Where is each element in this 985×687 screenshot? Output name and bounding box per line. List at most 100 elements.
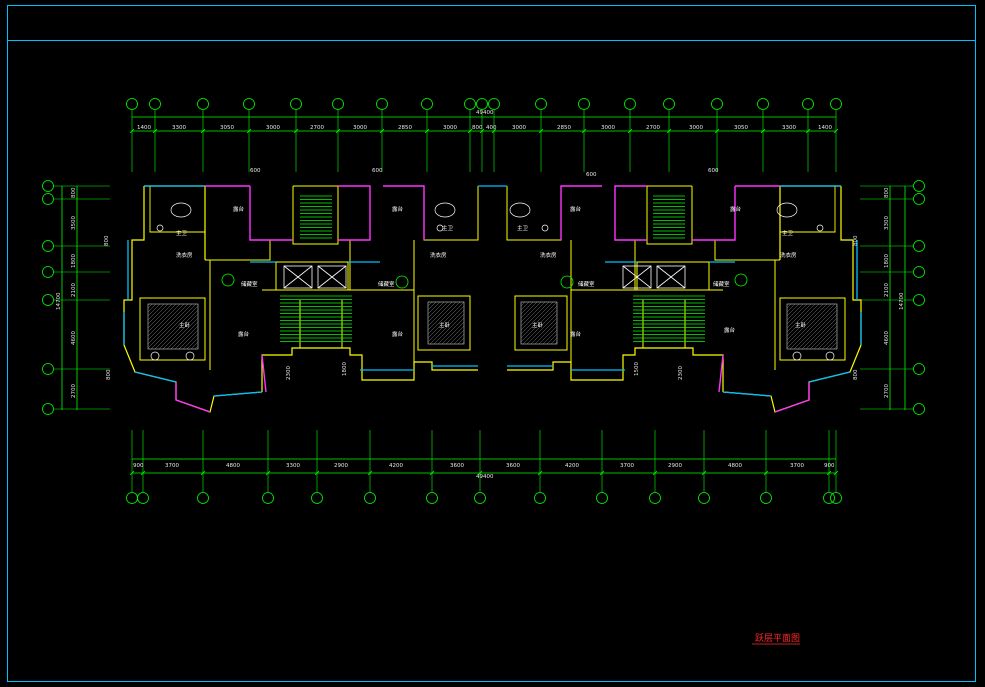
plan-partitions: [175, 185, 810, 413]
axis-bubble: [474, 492, 486, 504]
axis-bubble: [290, 98, 302, 110]
axis-bubble: [760, 492, 772, 504]
dimension-label: 4600: [884, 331, 890, 345]
room-label-master-bedroom: 主卧: [179, 321, 191, 329]
axis-bubble: [42, 403, 54, 415]
dimension-label: 3300: [172, 125, 186, 131]
hatch-line: [154, 305, 199, 350]
axis-bubble: [913, 240, 925, 252]
dimension-label: 800: [472, 125, 483, 131]
hatch-line: [530, 317, 558, 345]
hatch-line: [546, 333, 558, 345]
room-label-storage: 储藏室: [378, 280, 395, 288]
axis-bubble: [913, 403, 925, 415]
dimension-label: 2900: [668, 463, 682, 469]
dimension-label: 900: [824, 463, 835, 469]
axis-bubble: [830, 98, 842, 110]
axis-bubble: [830, 492, 842, 504]
room-label-balcony: 露台: [392, 205, 404, 213]
dimension-label: 4800: [226, 463, 240, 469]
hatch-line: [809, 321, 838, 350]
left-dimension-labels: 800 3500 1800 2100 4600 2700 14700: [56, 187, 77, 398]
hatch-line: [427, 301, 461, 335]
hatch-line: [147, 303, 153, 309]
hatch-line: [786, 303, 804, 321]
hatch-line: [427, 301, 465, 339]
small-dimension-labels: 600 600 600 600 800 800 2300 1800 1500 2…: [104, 168, 859, 380]
hatch-line: [147, 303, 177, 333]
dimension-label: 3700: [165, 463, 179, 469]
dimension-label: 1500: [634, 362, 640, 376]
dimension-label: 3000: [266, 125, 280, 131]
dimension-label: 3050: [220, 125, 234, 131]
hatch-line: [786, 303, 820, 337]
plan-walls: [123, 185, 862, 413]
bottom-dimension-labels: 900 3700 4800 3300 2900 4200 3600 3600 4…: [133, 463, 835, 480]
axis-bubble: [42, 266, 54, 278]
hatch-line: [520, 301, 542, 323]
dimension-label: 3300: [286, 463, 300, 469]
axis-bubble: [624, 98, 636, 110]
dimension-label: 2700: [884, 384, 890, 398]
hatch-line: [829, 341, 838, 350]
axis-bubble: [262, 492, 274, 504]
drawing-title: 跃层平面图: [755, 633, 800, 644]
dimension-label: 3000: [689, 125, 703, 131]
room-label-master-bedroom: 主卧: [439, 321, 451, 329]
dimension-label: 800: [884, 187, 890, 198]
bed-fixtures: [147, 301, 838, 350]
dimension-label: 4200: [389, 463, 403, 469]
room-label-balcony: 露台: [233, 205, 245, 213]
room-label-master-bath: 主卫: [517, 224, 529, 232]
hatch-line: [797, 309, 838, 350]
hatch-line: [178, 329, 199, 350]
axis-markers: [221, 273, 748, 289]
room-label-laundry: 洗衣房: [540, 251, 557, 259]
hatch-line: [520, 301, 530, 311]
dimension-label: 400: [486, 125, 497, 131]
axis-bubble: [534, 492, 546, 504]
hatch-line: [427, 301, 449, 323]
dimension-label: 2300: [286, 366, 292, 380]
axis-bubble: [421, 98, 433, 110]
hatch-line: [190, 341, 199, 350]
dimension-label: 800: [853, 235, 859, 246]
dimension-label: 1800: [71, 254, 77, 268]
plan-windows: [123, 185, 862, 397]
hatch-line: [427, 301, 437, 311]
hatch-line: [786, 303, 808, 325]
hatch-line: [182, 333, 199, 350]
overall-dimension-bottom: 49400: [476, 474, 494, 480]
axis-bubble: [464, 98, 476, 110]
room-label-balcony: 露台: [570, 330, 582, 338]
axis-bubble: [311, 492, 323, 504]
room-label-balcony: 露台: [730, 205, 742, 213]
hatch-line: [786, 303, 792, 309]
axis-bubble: [913, 294, 925, 306]
hatch-line: [786, 303, 824, 341]
dimension-label: 2300: [678, 366, 684, 380]
dimension-label: 2700: [646, 125, 660, 131]
axis-bubble: [364, 492, 376, 504]
stair-treads: [280, 195, 705, 342]
dimension-label: 1400: [818, 125, 832, 131]
axis-bubble: [757, 98, 769, 110]
hatch-line: [427, 301, 433, 307]
room-label-master-bath: 主卫: [442, 224, 454, 232]
hatch-line: [147, 303, 169, 325]
room-label-master-bedroom: 主卧: [795, 321, 807, 329]
right-total-dimension: 14700: [899, 292, 905, 310]
dimension-label: 2100: [71, 283, 77, 297]
dimension-label: 3500: [71, 216, 77, 230]
hatch-line: [147, 303, 165, 321]
axis-bubble: [126, 492, 138, 504]
hatch-line: [786, 303, 796, 313]
bed-hatch: [147, 301, 838, 350]
axis-bubble: [332, 98, 344, 110]
hatch-line: [449, 329, 465, 345]
axis-bubble: [197, 98, 209, 110]
axis-bubble: [913, 193, 925, 205]
room-label-storage: 储藏室: [713, 280, 730, 288]
axis-bubble: [663, 98, 675, 110]
dimension-label: 3000: [353, 125, 367, 131]
